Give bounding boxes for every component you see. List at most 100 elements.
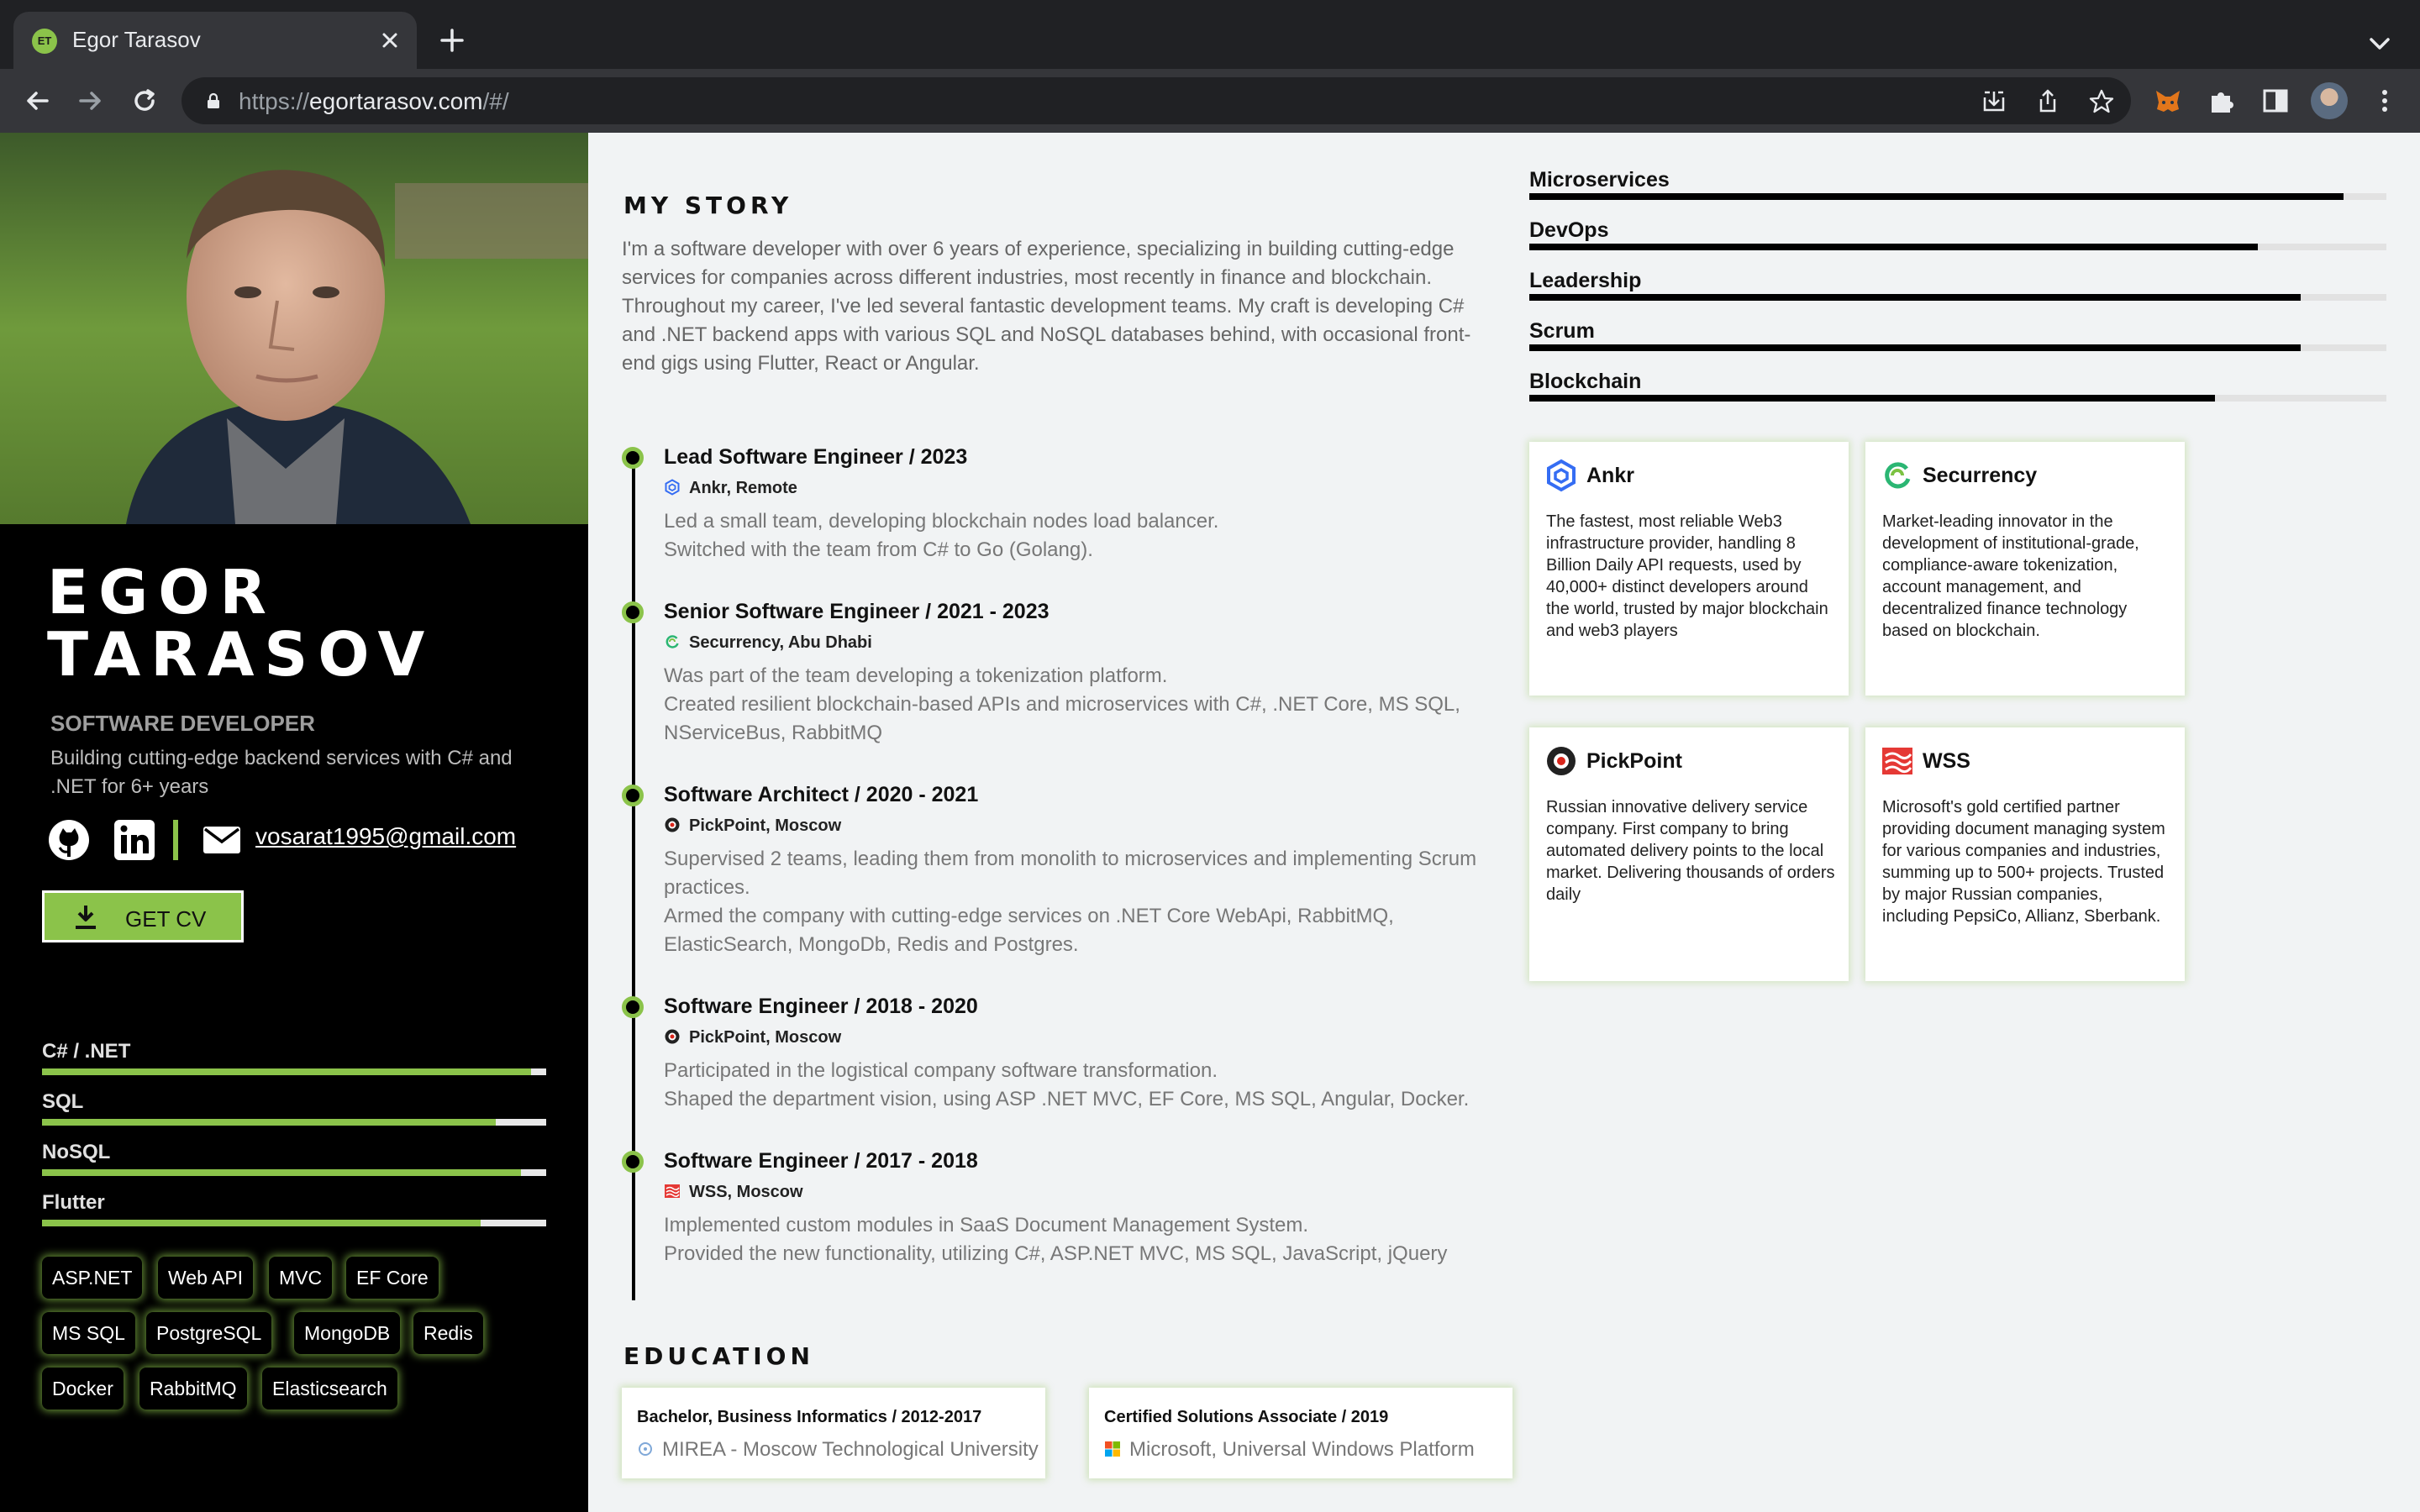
browser-tab[interactable]: ET Egor Tarasov xyxy=(13,12,417,69)
github-icon[interactable] xyxy=(47,818,91,862)
company-card: Securrency Market-leading innovator in th… xyxy=(1865,442,2185,696)
ankr-logo-icon xyxy=(664,479,681,496)
skill-label: C# / .NET xyxy=(42,1040,131,1063)
timeline-dot xyxy=(622,996,644,1018)
job-company-name: Ankr, Remote xyxy=(689,479,797,497)
job-company: WSS, Moscow xyxy=(664,1183,803,1202)
skill-bar: Microservices xyxy=(1529,168,2386,215)
skill-label: Leadership xyxy=(1529,269,1642,292)
job-company: PickPoint, Moscow xyxy=(664,816,841,836)
back-arrow-icon[interactable] xyxy=(20,84,54,118)
tab-title: Egor Tarasov xyxy=(72,27,201,52)
company-name: Securrency xyxy=(1923,464,2038,487)
skill-bar: Scrum xyxy=(1529,319,2386,366)
skill-level-fill xyxy=(42,1220,481,1226)
job-title: Senior Software Engineer / 2021 - 2023 xyxy=(664,600,1050,623)
job-description-line: Led a small team, developing blockchain … xyxy=(664,510,1219,533)
url-text: https://egortarasov.com/#/ xyxy=(239,88,509,114)
skill-track xyxy=(1529,244,2386,250)
skill-track xyxy=(42,1220,546,1226)
forward-arrow-icon[interactable] xyxy=(74,84,108,118)
extensions-puzzle-icon[interactable] xyxy=(2205,84,2238,118)
skill-label: SQL xyxy=(42,1090,84,1113)
company-card: Ankr The fastest, most reliable Web3 infr… xyxy=(1529,442,1849,696)
job-company-name: PickPoint, Moscow xyxy=(689,1028,842,1047)
education-title: Certified Solutions Associate / 2019 xyxy=(1104,1408,1389,1426)
job-description: Led a small team, developing blockchain … xyxy=(664,507,1504,564)
metamask-fox-icon[interactable] xyxy=(2151,84,2185,118)
profile-avatar[interactable] xyxy=(2311,82,2348,119)
timeline-line xyxy=(632,455,635,1300)
job-description-line: Shaped the department vision, using ASP … xyxy=(664,1088,1470,1110)
reload-icon[interactable] xyxy=(128,84,161,118)
skill-label: DevOps xyxy=(1529,218,1609,242)
job-title: Lead Software Engineer / 2023 xyxy=(664,445,968,469)
job-description-line: Participated in the logistical company s… xyxy=(664,1059,1218,1082)
education-title: Bachelor, Business Informatics / 2012-20… xyxy=(637,1408,982,1426)
company-description: Market-leading innovator in the developm… xyxy=(1882,512,2139,640)
job-description: Participated in the logistical company s… xyxy=(664,1057,1504,1114)
job-description: Implemented custom modules in SaaS Docum… xyxy=(664,1211,1504,1268)
job-description-line: Supervised 2 teams, leading them from mo… xyxy=(664,848,1477,899)
job-title: Software Architect / 2020 - 2021 xyxy=(664,783,979,806)
job-description-line: Implemented custom modules in SaaS Docum… xyxy=(664,1214,1309,1236)
wss-logo-icon xyxy=(1881,744,1914,778)
email-link[interactable]: vosarat1995@gmail.com xyxy=(255,823,516,850)
company-name: Ankr xyxy=(1586,464,1634,487)
job-description: Supervised 2 teams, leading them from mo… xyxy=(664,845,1504,959)
job-title: Software Engineer / 2017 - 2018 xyxy=(664,1149,978,1173)
linkedin-icon[interactable] xyxy=(113,818,156,862)
timeline-dot xyxy=(622,447,644,469)
skill-track xyxy=(1529,294,2386,301)
skill-label: NoSQL xyxy=(42,1141,111,1163)
job-description-line: Provided the new functionality, utilizin… xyxy=(664,1242,1448,1265)
tab-search-chevron-icon[interactable] xyxy=(2363,27,2396,60)
tech-chip: EF Core xyxy=(346,1257,439,1299)
education-card: Bachelor, Business Informatics / 2012-20… xyxy=(622,1388,1045,1478)
bookmark-star-icon[interactable] xyxy=(2087,87,2116,116)
side-panel-icon[interactable] xyxy=(2259,84,2292,118)
skill-track xyxy=(1529,395,2386,402)
company-description: The fastest, most reliable Web3 infrastr… xyxy=(1546,512,1828,640)
skill-label: Scrum xyxy=(1529,319,1595,343)
skill-label: Flutter xyxy=(42,1191,105,1214)
wss-logo-icon xyxy=(664,1183,681,1200)
mirea-logo-icon xyxy=(637,1440,654,1457)
pickpoint-logo-icon xyxy=(1544,744,1578,778)
skill-track xyxy=(1529,193,2386,200)
tech-chip: MVC xyxy=(269,1257,333,1299)
new-tab-icon[interactable] xyxy=(435,24,469,57)
skill-track xyxy=(42,1119,546,1126)
education-card: Certified Solutions Associate / 2019 Micr… xyxy=(1089,1388,1512,1478)
site-favicon-icon: ET xyxy=(32,29,57,54)
skill-label: Blockchain xyxy=(1529,370,1642,393)
contact-links: vosarat1995@gmail.com xyxy=(45,813,583,864)
address-bar[interactable]: https://egortarasov.com/#/ xyxy=(182,77,2131,124)
tech-chip: MS SQL xyxy=(42,1312,135,1354)
company-card: PickPoint Russian innovative delivery ser… xyxy=(1529,727,1849,981)
skill-bar: C# / .NET xyxy=(42,1040,546,1082)
share-icon[interactable] xyxy=(2033,87,2062,116)
close-tab-icon[interactable] xyxy=(373,24,407,57)
install-app-icon[interactable] xyxy=(1980,87,2008,116)
browser-toolbar: https://egortarasov.com/#/ xyxy=(0,69,2420,133)
tech-chip: Elasticsearch xyxy=(262,1368,397,1410)
job-company-name: WSS, Moscow xyxy=(689,1183,803,1201)
lock-icon[interactable] xyxy=(203,91,224,111)
skill-bar: SQL xyxy=(42,1090,546,1132)
job-title: Software Engineer / 2018 - 2020 xyxy=(664,995,978,1018)
securrency-logo-icon xyxy=(1881,459,1914,492)
tech-chip: PostgreSQL xyxy=(146,1312,272,1354)
education-school-name: Microsoft, Universal Windows Platform xyxy=(1129,1438,1475,1461)
get-cv-button[interactable]: GET CV xyxy=(42,890,244,942)
job-description-line: Was part of the team developing a tokeni… xyxy=(664,664,1168,687)
mail-icon[interactable] xyxy=(200,818,244,862)
company-name: PickPoint xyxy=(1586,749,1682,773)
job-company-name: Securrency, Abu Dhabi xyxy=(689,633,872,652)
microsoft-logo-icon xyxy=(1104,1440,1121,1457)
company-card: WSS Microsoft's gold certified partner pr… xyxy=(1865,727,2185,981)
timeline-dot xyxy=(622,785,644,806)
education-heading: EDUCATION xyxy=(623,1342,814,1370)
kebab-menu-icon[interactable] xyxy=(2368,84,2402,118)
skill-bar: Leadership xyxy=(1529,269,2386,316)
